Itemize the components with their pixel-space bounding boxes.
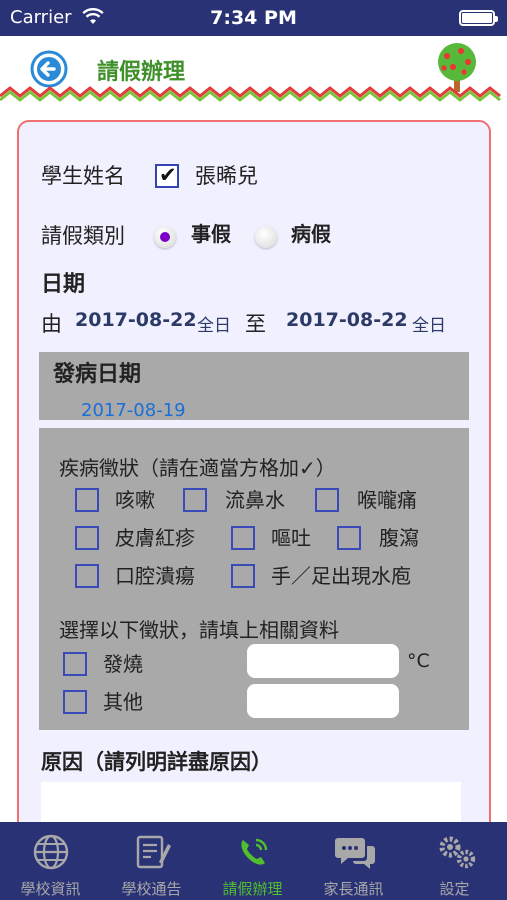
onset-date-label: 發病日期 (53, 362, 142, 387)
battery-icon (459, 10, 498, 26)
fever-temperature-input[interactable] (247, 644, 399, 678)
extra-symptoms-title: 選擇以下徵狀，請填上相關資料 (59, 618, 339, 642)
leave-type-label: 請假類別 (41, 224, 125, 248)
student-name-label: 學生姓名 (41, 164, 125, 188)
fever-unit: °C (407, 650, 430, 672)
radio-sick-leave[interactable] (255, 226, 277, 248)
leave-form-card: 學生姓名 張晞兒 請假類別 事假 病假 日期 由 2017-08-22 全日 至… (17, 120, 491, 880)
other-label: 其他 (103, 690, 143, 714)
globe-icon (33, 834, 69, 870)
symptoms-section: 疾病徵狀（請在適當方格加✓） 咳嗽 流鼻水 喉嚨痛 皮膚紅疹 嘔吐 腹瀉 口腔潰… (39, 428, 469, 730)
to-date[interactable]: 2017-08-22 (286, 309, 408, 331)
to-label: 至 (245, 312, 266, 336)
symptom-label: 嘔吐 (271, 526, 311, 550)
tab-bar: 學校資訊 學校通告 請假辦理 家長通訊 設定 (0, 822, 507, 900)
other-symptom-input[interactable] (247, 684, 399, 718)
gear-icon (439, 836, 476, 869)
tab-label: 家長通訊 (323, 880, 384, 898)
phone-icon (241, 838, 268, 865)
student-checkbox[interactable] (155, 163, 179, 188)
symptom-diarrhea-checkbox[interactable] (337, 526, 361, 550)
from-period[interactable]: 全日 (197, 311, 231, 336)
symptom-label: 口腔潰瘍 (115, 564, 195, 588)
tab-settings[interactable]: 設定 (404, 822, 505, 900)
chat-icon (335, 838, 375, 869)
date-label: 日期 (41, 272, 86, 297)
symptom-label: 流鼻水 (225, 488, 285, 512)
from-label: 由 (41, 312, 62, 336)
to-period[interactable]: 全日 (412, 311, 446, 336)
tab-label: 設定 (439, 880, 470, 898)
tab-school-info[interactable]: 學校資訊 (0, 822, 101, 900)
fever-checkbox[interactable] (63, 652, 87, 676)
symptom-label: 手／足出現水庖 (271, 564, 411, 588)
symptom-rash-checkbox[interactable] (75, 526, 99, 550)
onset-date-section: 發病日期 2017-08-19 (39, 352, 469, 421)
tab-school-notice[interactable]: 學校通告 (101, 822, 202, 900)
symptom-label: 腹瀉 (379, 526, 419, 550)
personal-leave-label: 事假 (191, 222, 231, 246)
tab-label: 學校資訊 (20, 880, 81, 898)
page-title: 請假辦理 (97, 60, 186, 85)
decorative-border (0, 86, 501, 102)
symptom-runny-nose-checkbox[interactable] (183, 488, 207, 512)
tab-leave-application[interactable]: 請假辦理 (202, 822, 303, 900)
onset-date-value[interactable]: 2017-08-19 (81, 400, 186, 421)
symptom-label: 皮膚紅疹 (115, 526, 195, 550)
clock: 7:34 PM (210, 7, 297, 29)
student-name-value: 張晞兒 (195, 164, 258, 188)
symptom-cough-checkbox[interactable] (75, 488, 99, 512)
symptom-sore-throat-checkbox[interactable] (315, 488, 339, 512)
radio-personal-leave[interactable] (154, 226, 176, 248)
back-arrow-icon[interactable] (30, 50, 68, 88)
symptom-vomit-checkbox[interactable] (231, 526, 255, 550)
tab-parent-communication[interactable]: 家長通訊 (303, 822, 404, 900)
other-checkbox[interactable] (63, 690, 87, 714)
tab-label: 學校通告 (121, 880, 182, 898)
symptom-label: 咳嗽 (115, 488, 155, 512)
fever-label: 發燒 (103, 652, 143, 676)
sick-leave-label: 病假 (291, 222, 331, 246)
tab-label: 請假辦理 (222, 880, 283, 898)
from-date[interactable]: 2017-08-22 (75, 309, 197, 331)
symptom-mouth-ulcer-checkbox[interactable] (75, 564, 99, 588)
status-bar: Carrier 7:34 PM (0, 0, 507, 36)
symptom-label: 喉嚨痛 (357, 488, 417, 512)
notice-icon (136, 835, 171, 869)
reason-label: 原因（請列明詳盡原因） (41, 750, 272, 774)
symptoms-title: 疾病徵狀（請在適當方格加✓） (59, 456, 336, 480)
symptom-hand-foot-checkbox[interactable] (231, 564, 255, 588)
